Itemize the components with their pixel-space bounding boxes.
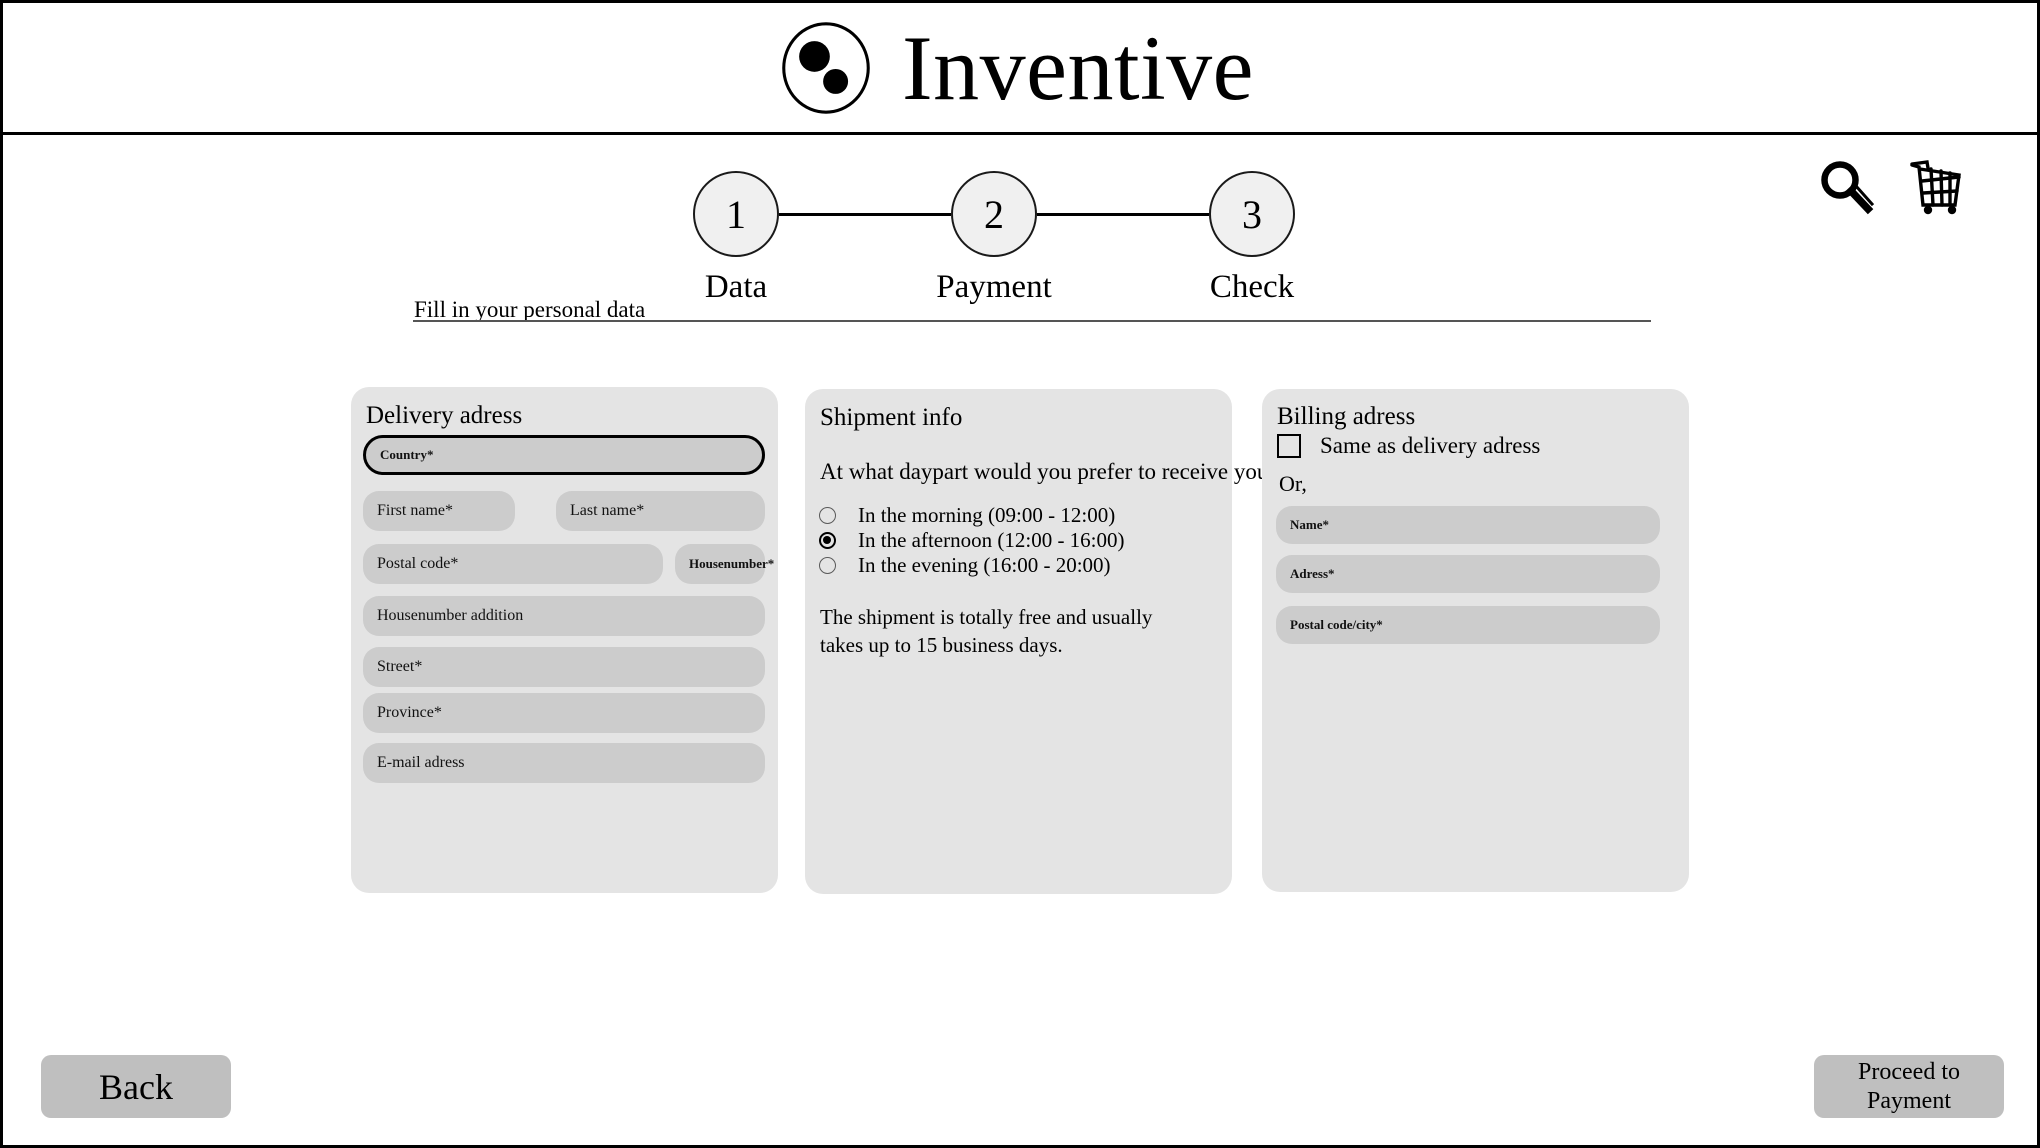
housenumber-field-label: Housenumber* [689,556,775,571]
first-name-field-label: First name* [377,502,453,519]
billing-postal-city-field[interactable]: Postal code/city* [1276,606,1660,644]
shopping-cart-icon[interactable] [1905,155,1967,217]
daypart-option-morning[interactable]: In the morning (09:00 - 12:00) [819,503,1125,528]
checkout-stepper: 1 Data 2 Payment 3 Check [693,171,1295,306]
billing-or-text: Or, [1279,471,1307,496]
delivery-panel-title: Delivery adress [366,402,523,429]
first-name-field[interactable]: First name* [363,491,515,531]
same-as-delivery-label: Same as delivery adress [1320,433,1541,458]
radio-icon-morning[interactable] [819,507,836,524]
checkbox-icon-same-as-delivery[interactable] [1277,434,1301,458]
step-3-check[interactable]: 3 Check [1209,171,1295,306]
step-1-data[interactable]: 1 Data [693,171,779,306]
billing-address-panel: Billing adress Same as delivery adress O… [1262,389,1689,892]
back-button-label: Back [99,1066,173,1107]
step-2-number: 2 [951,171,1037,257]
housenumber-addition-field[interactable]: Housenumber addition [363,596,765,636]
site-header: Inventive [3,3,2037,135]
country-field[interactable]: Country* [363,435,765,475]
brand-logo[interactable]: Inventive [778,20,1254,116]
daypart-option-morning-label: In the morning (09:00 - 12:00) [858,503,1116,527]
step-1-label: Data [704,269,768,305]
billing-address-field[interactable]: Adress* [1276,555,1660,593]
same-as-delivery-checkbox-row[interactable]: Same as delivery adress [1277,433,1540,459]
daypart-option-afternoon[interactable]: In the afternoon (12:00 - 16:00) [819,528,1125,553]
section-divider [413,320,1651,322]
search-icon[interactable] [1815,155,1877,217]
billing-panel-title: Billing adress [1277,403,1416,430]
step-2-label: Payment [936,269,1052,305]
shipment-panel-title: Shipment info [820,404,963,431]
daypart-option-afternoon-label: In the afternoon (12:00 - 16:00) [858,528,1125,552]
shipment-note: The shipment is totally free and usually… [820,605,1153,658]
last-name-field[interactable]: Last name* [556,491,765,531]
billing-name-field[interactable]: Name* [1276,506,1660,544]
step-connector-1 [779,213,951,216]
daypart-option-evening[interactable]: In the evening (16:00 - 20:00) [819,553,1125,578]
proceed-button-label-line2: Payment [1867,1087,1951,1114]
back-button[interactable]: Back [41,1055,231,1118]
province-field-label: Province* [377,704,442,721]
daypart-option-evening-label: In the evening (16:00 - 20:00) [858,553,1111,577]
step-connector-2 [1037,213,1209,216]
country-field-label: Country* [380,447,434,462]
header-actions [1815,155,1967,217]
postal-code-field[interactable]: Postal code* [363,544,663,584]
street-field-label: Street* [377,658,423,675]
radio-icon-evening[interactable] [819,557,836,574]
step-3-number: 3 [1209,171,1295,257]
proceed-button-label-line1: Proceed to [1858,1058,1960,1085]
last-name-field-label: Last name* [570,502,645,519]
postal-code-field-label: Postal code* [377,555,459,572]
daypart-radio-group: In the morning (09:00 - 12:00) In the af… [819,503,1125,578]
radio-icon-afternoon[interactable] [819,532,836,549]
province-field[interactable]: Province* [363,693,765,733]
email-field[interactable]: E-mail adress [363,743,765,783]
email-field-label: E-mail adress [377,754,465,771]
brand-name: Inventive [902,16,1254,119]
inventive-circles-logo-icon [778,20,874,116]
shipment-info-panel: Shipment info At what daypart would you … [805,389,1367,894]
housenumber-addition-field-label: Housenumber addition [377,607,524,624]
proceed-button-label: Proceed to Payment [1858,1058,1960,1116]
step-1-number: 1 [693,171,779,257]
proceed-to-payment-button[interactable]: Proceed to Payment [1814,1055,2004,1118]
checkout-page: Inventive 1 Data 2 Payment 3 Check Fill … [0,0,2040,1148]
housenumber-field[interactable]: Housenumber* [675,544,774,584]
billing-name-field-label: Name* [1290,517,1329,532]
step-3-label: Check [1209,269,1295,305]
billing-postal-city-field-label: Postal code/city* [1290,617,1383,632]
step-2-payment[interactable]: 2 Payment [936,171,1052,306]
delivery-address-panel: Delivery adress Country* First name* Las… [351,387,778,893]
street-field[interactable]: Street* [363,647,765,687]
billing-address-field-label: Adress* [1290,566,1335,581]
